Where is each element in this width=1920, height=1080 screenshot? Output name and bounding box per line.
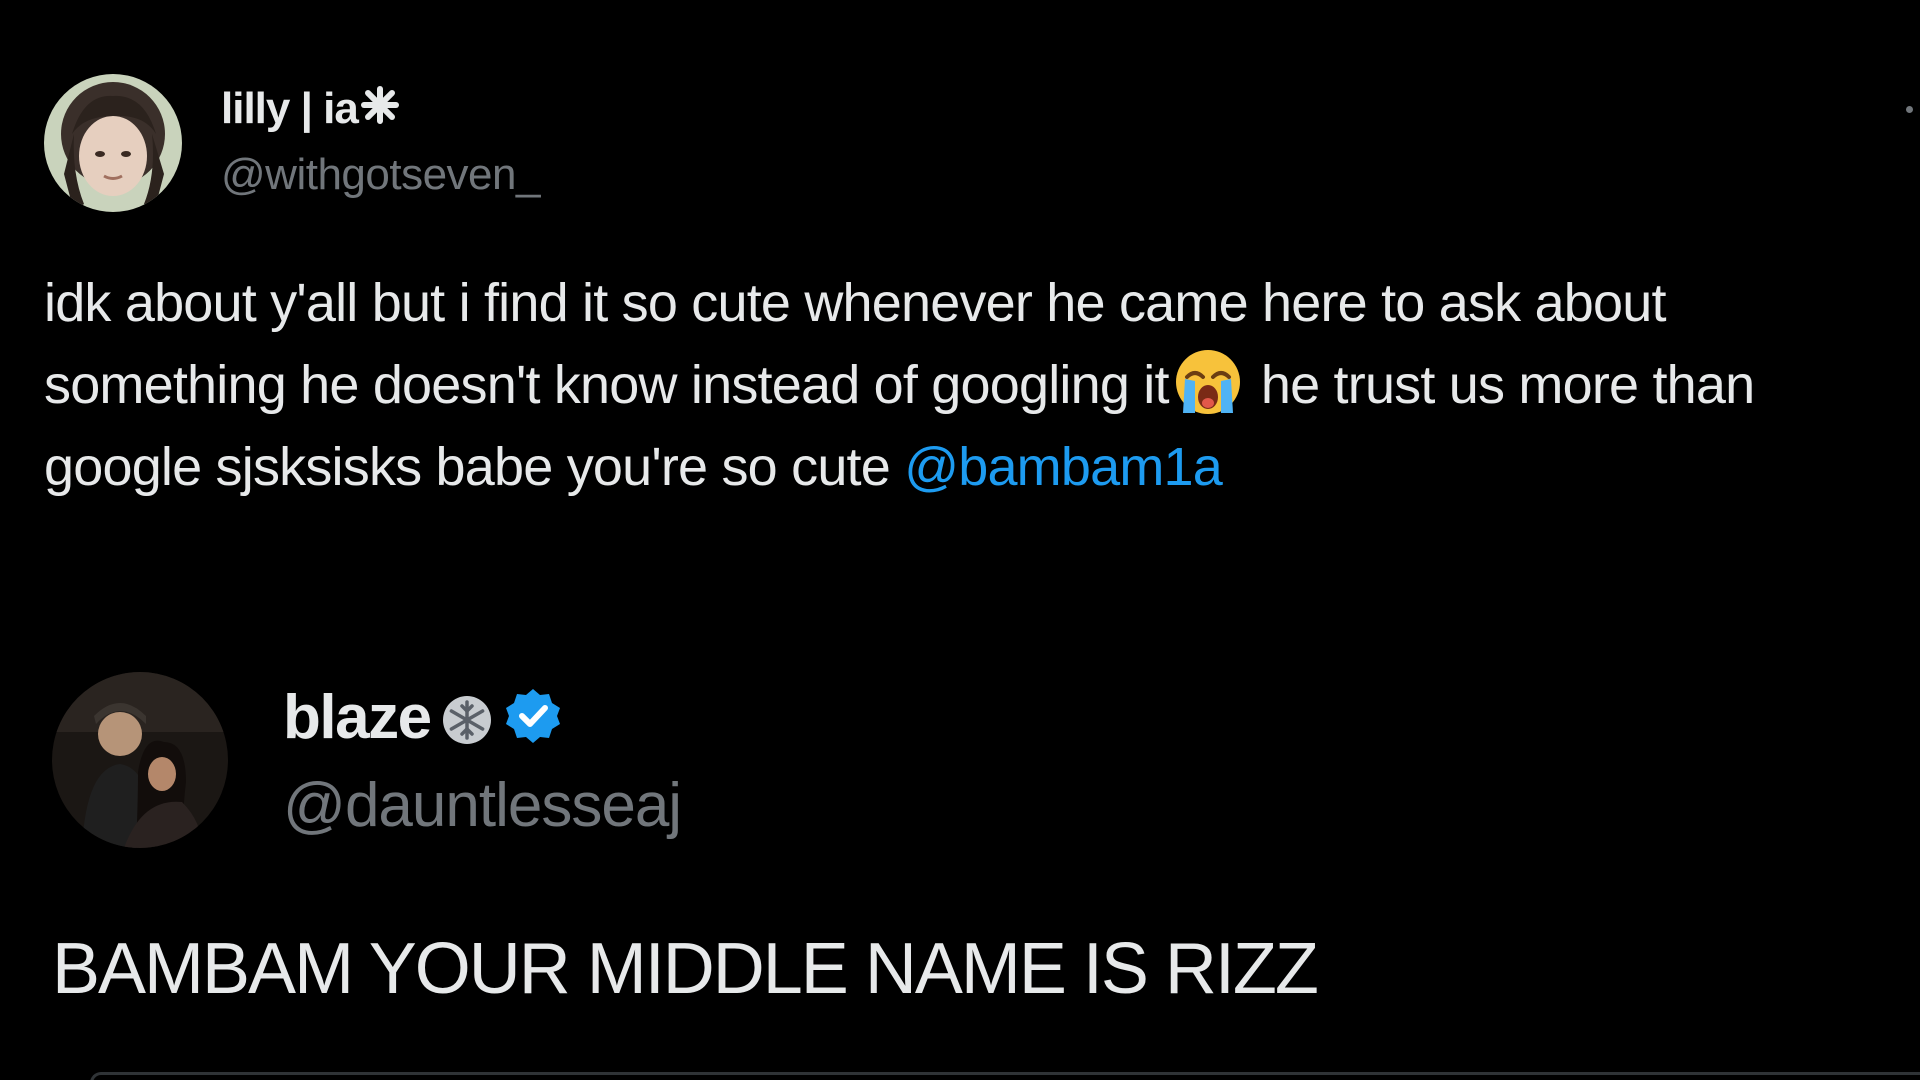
tweet1-avatar[interactable] — [44, 74, 182, 212]
avatar-image — [52, 672, 228, 848]
avatar-image — [44, 74, 182, 212]
tweet1-author-name[interactable]: lilly | ia — [221, 84, 400, 136]
tweet2-author-name-text: blaze — [283, 683, 432, 752]
snowflake-icon — [441, 690, 493, 761]
asterisk-star-icon — [360, 85, 400, 136]
tweet1-text: idk about y'all but i find it so cute wh… — [44, 262, 1904, 508]
tweet1-author-handle[interactable]: @withgotseven_ — [221, 150, 540, 200]
screen: lilly | ia @withgotseven_ idk about y'al… — [0, 0, 1920, 1080]
tweet1-author-name-text: lilly | ia — [221, 84, 359, 133]
tweet2-author-name[interactable]: blaze — [283, 682, 563, 761]
verified-badge-icon[interactable] — [503, 686, 563, 761]
embedded-card-edge — [90, 1072, 1920, 1080]
mention-link[interactable]: @bambam1a — [904, 437, 1223, 497]
more-options-icon[interactable] — [1900, 100, 1920, 120]
loudly-crying-face-icon — [1173, 347, 1243, 417]
tweet2-avatar[interactable] — [52, 672, 228, 848]
tweet2-text: BAMBAM YOUR MIDDLE NAME IS RIZZ — [52, 929, 1319, 1009]
more-dot — [1906, 106, 1913, 113]
tweet2-author-handle[interactable]: @dauntlesseaj — [283, 770, 682, 841]
